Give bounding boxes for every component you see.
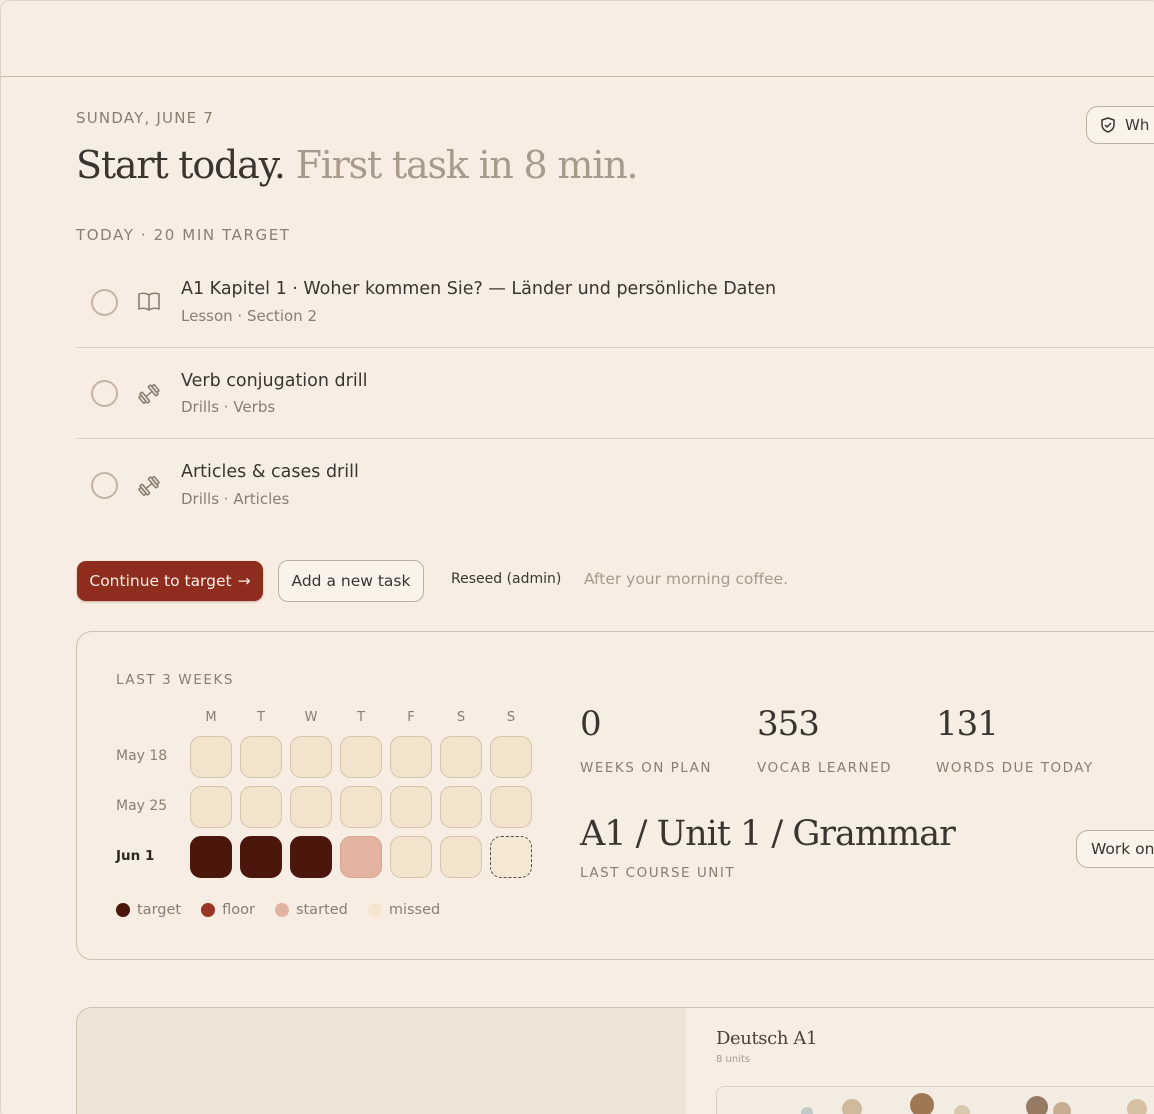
- legend-label: target: [137, 902, 182, 918]
- task-row[interactable]: Articles & cases drill Drills · Articles: [76, 440, 1154, 530]
- day-head: T: [257, 710, 265, 725]
- stat-weeks-value: 0: [580, 704, 602, 744]
- continue-to-target-button[interactable]: Continue to target →: [77, 561, 263, 601]
- task-checkbox[interactable]: [91, 472, 118, 499]
- last-unit-label: LAST COURSE UNIT: [580, 865, 736, 881]
- last-unit-title: A1 / Unit 1 / Grammar: [580, 814, 956, 854]
- legend-item: floor: [201, 902, 255, 918]
- task-meta: Drills · Verbs: [181, 398, 276, 416]
- book-icon: [138, 292, 160, 311]
- headline-main: Start today.: [76, 143, 286, 187]
- day-cell-target: [240, 836, 282, 878]
- day-cell-missed: [390, 836, 432, 878]
- continue-label: Continue to target: [89, 572, 232, 590]
- dumbbell-icon: [138, 384, 160, 404]
- task-title: Articles & cases drill: [181, 462, 359, 482]
- legend-dot: [116, 903, 130, 917]
- progress-label: LAST 3 WEEKS: [116, 672, 235, 688]
- week-label: May 25: [116, 798, 168, 814]
- day-head: W: [304, 710, 318, 725]
- legend-item: target: [116, 902, 181, 918]
- day-head: M: [205, 710, 217, 725]
- app-frame: SUNDAY, JUNE 7 Start today. First task i…: [0, 0, 1154, 1114]
- work-on-button[interactable]: Work on: [1076, 830, 1154, 868]
- legend-dot: [201, 903, 216, 917]
- day-head: T: [357, 710, 365, 725]
- legend-label: floor: [222, 902, 255, 918]
- page-title: Start today. First task in 8 min.: [76, 143, 639, 187]
- day-head: S: [506, 710, 516, 725]
- stat-vocab-value: 353: [757, 704, 820, 744]
- day-cell-missed: [290, 736, 332, 778]
- week-label: May 18: [116, 748, 168, 764]
- stat-due-value: 131: [936, 704, 999, 744]
- add-task-button[interactable]: Add a new task: [278, 560, 424, 602]
- day-cell-missed: [240, 736, 282, 778]
- week-label-current: Jun 1: [116, 848, 155, 864]
- day-cell-missed: [440, 736, 482, 778]
- legend: target floor started missed: [116, 902, 440, 918]
- task-checkbox[interactable]: [91, 289, 118, 316]
- legend-label: missed: [388, 902, 441, 918]
- day-head: F: [407, 710, 415, 725]
- day-cell-missed: [440, 836, 482, 878]
- day-cell-started: [340, 836, 382, 878]
- current-date: SUNDAY, JUNE 7: [76, 109, 215, 127]
- top-right-pill-button[interactable]: Wh: [1086, 106, 1154, 144]
- day-cell-missed: [340, 736, 382, 778]
- legend-dot: [274, 903, 289, 917]
- task-row[interactable]: Verb conjugation drill Drills · Verbs: [76, 349, 1154, 439]
- task-row[interactable]: A1 Kapitel 1 · Woher kommen Sie? — Lände…: [76, 258, 1154, 348]
- day-cell-missed: [190, 786, 232, 828]
- legend-dot: [367, 903, 382, 917]
- course-subtitle: 8 units: [716, 1054, 751, 1065]
- hint-text: After your morning coffee.: [584, 570, 789, 588]
- day-cell-missed: [240, 786, 282, 828]
- legend-label: started: [295, 902, 348, 918]
- legend-item: started: [274, 902, 348, 918]
- day-cell-target: [190, 836, 232, 878]
- reseed-admin-link[interactable]: Reseed (admin): [451, 571, 561, 587]
- day-cell-missed: [490, 786, 532, 828]
- top-bar: [1, 1, 1154, 77]
- dumbbell-icon: [138, 476, 160, 496]
- course-thumbnail: [716, 1086, 1154, 1114]
- task-checkbox[interactable]: [91, 380, 118, 407]
- course-title: Deutsch A1: [716, 1028, 817, 1049]
- today-section-label: TODAY · 20 MIN TARGET: [76, 226, 291, 244]
- course-card[interactable]: Deutsch A1 8 units: [76, 1007, 1154, 1114]
- top-pill-label: Wh: [1125, 116, 1150, 134]
- shield-handshake-icon: [1101, 117, 1115, 133]
- task-meta: Lesson · Section 2: [181, 307, 317, 325]
- day-cell-missed: [390, 786, 432, 828]
- day-cell-missed: [490, 736, 532, 778]
- task-title: A1 Kapitel 1 · Woher kommen Sie? — Lände…: [181, 279, 777, 299]
- arrow-right-icon: →: [237, 572, 251, 590]
- course-card-left-panel: [77, 1008, 686, 1114]
- illustration: [801, 1093, 1147, 1114]
- day-cell-missed: [440, 786, 482, 828]
- stat-weeks-label: WEEKS ON PLAN: [580, 760, 712, 776]
- task-meta: Drills · Articles: [181, 490, 290, 508]
- progress-card: LAST 3 WEEKS M T W T F S S May 18 May 25…: [76, 631, 1154, 960]
- headline-sub: First task in 8 min.: [284, 143, 639, 187]
- day-cell-today: [490, 836, 532, 878]
- day-cell-missed: [340, 786, 382, 828]
- stat-vocab-label: VOCAB LEARNED: [757, 760, 893, 776]
- day-head: S: [456, 710, 466, 725]
- legend-item: missed: [367, 902, 441, 918]
- task-title: Verb conjugation drill: [181, 371, 368, 391]
- day-cell-missed: [390, 736, 432, 778]
- day-cell-missed: [290, 786, 332, 828]
- day-cell-missed: [190, 736, 232, 778]
- stat-due-label: WORDS DUE TODAY: [936, 760, 1094, 776]
- day-cell-target: [290, 836, 332, 878]
